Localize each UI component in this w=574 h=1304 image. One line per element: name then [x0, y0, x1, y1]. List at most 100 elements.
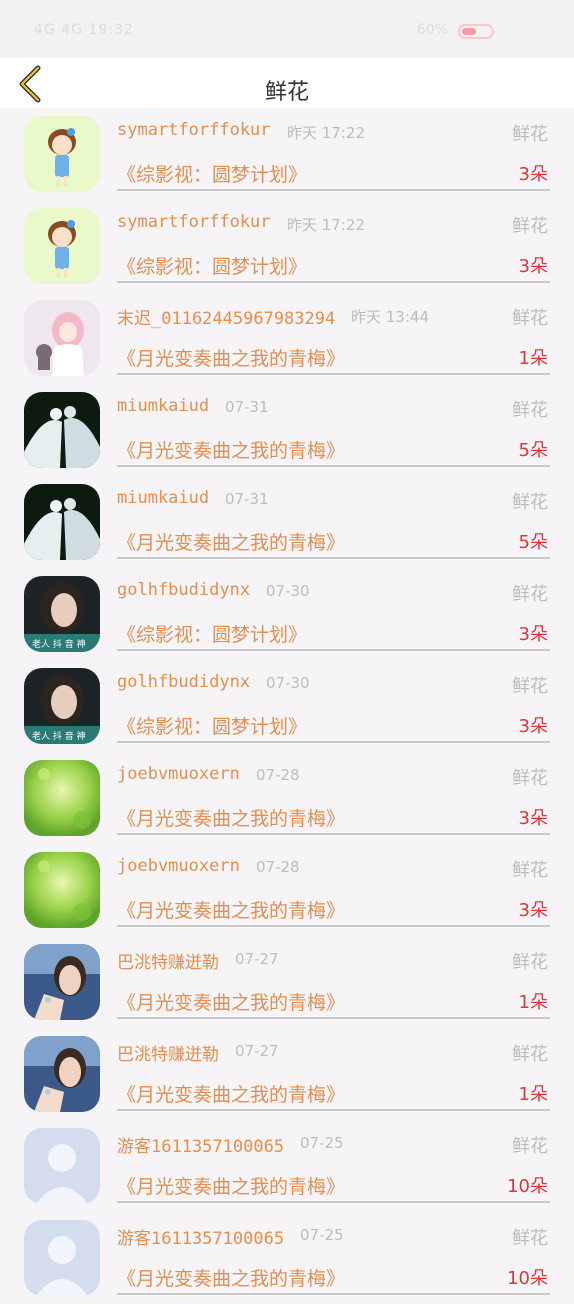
gift-quantity: 1朵: [518, 1084, 548, 1105]
gift-quantity: 3朵: [518, 900, 548, 921]
gift-type-label: 鲜花: [512, 308, 548, 329]
gift-type-label: 鲜花: [512, 1228, 548, 1249]
timestamp: 昨天 13:44: [351, 308, 429, 326]
book-title-link[interactable]: 《综影视：圆梦计划》: [117, 712, 307, 739]
list-item[interactable]: joebvmuoxern 07-28 鲜花 《月光变奏曲之我的青梅》 3朵: [0, 844, 574, 936]
gift-type-label: 鲜花: [512, 124, 548, 145]
book-title-link[interactable]: 《综影视：圆梦计划》: [117, 160, 307, 187]
list-item[interactable]: miumkaiud 07-31 鲜花 《月光变奏曲之我的青梅》 5朵: [0, 384, 574, 476]
list-item[interactable]: 末迟_01162445967983294 昨天 13:44 鲜花《月光变奏曲之我的青…: [0, 292, 574, 384]
username[interactable]: 游客1611357100065: [117, 1132, 284, 1157]
avatar[interactable]: [24, 1220, 100, 1296]
battery-percent: 60%: [416, 22, 448, 38]
timestamp: 07-30: [266, 582, 310, 600]
book-title-link[interactable]: 《月光变奏曲之我的青梅》: [117, 436, 345, 463]
gift-quantity: 3朵: [518, 716, 548, 737]
username[interactable]: 巴洮特赚迸勒: [117, 1040, 219, 1065]
divider: [117, 281, 550, 283]
username[interactable]: 巴洮特赚迸勒: [117, 948, 219, 973]
status-left: 4G 4G 19:32: [34, 22, 134, 38]
gift-record-list: symartforffokur 昨天 17:22 鲜花 《综影视：圆梦计划》 3朵 sym…: [0, 108, 574, 1304]
avatar[interactable]: [24, 484, 100, 560]
list-item[interactable]: 巴洮特赚迸勒 07-27 鲜花《月光变奏曲之我的青梅》 1朵: [0, 936, 574, 1028]
svg-text:老人 抖 音 神: 老人 抖 音 神: [32, 730, 86, 742]
timestamp: 07-25: [300, 1134, 344, 1152]
username[interactable]: miumkaiud: [117, 488, 209, 508]
username[interactable]: joebvmuoxern: [117, 856, 240, 876]
username[interactable]: golhfbudidynx: [117, 672, 250, 692]
list-item[interactable]: joebvmuoxern 07-28 鲜花 《月光变奏曲之我的青梅》 3朵: [0, 752, 574, 844]
divider: [117, 557, 550, 559]
timestamp: 07-28: [256, 766, 300, 784]
gift-quantity: 3朵: [518, 808, 548, 829]
username[interactable]: joebvmuoxern: [117, 764, 240, 784]
gift-type-label: 鲜花: [512, 216, 548, 237]
username[interactable]: 游客1611357100065: [117, 1224, 284, 1249]
timestamp: 07-31: [225, 398, 269, 416]
divider: [117, 373, 550, 375]
timestamp: 07-27: [235, 1042, 279, 1060]
list-item[interactable]: symartforffokur 昨天 17:22 鲜花《综影视：圆梦计划》 3朵: [0, 108, 574, 200]
username[interactable]: miumkaiud: [117, 396, 209, 416]
gift-type-label: 鲜花: [512, 952, 548, 973]
divider: [117, 925, 550, 927]
list-item[interactable]: 老人 抖 音 神 golhfbudidynx 07-30 鲜花 《综影视：圆梦计划》 3朵: [0, 568, 574, 660]
list-item[interactable]: 巴洮特赚迸勒 07-27 鲜花《月光变奏曲之我的青梅》 1朵: [0, 1028, 574, 1120]
book-title-link[interactable]: 《月光变奏曲之我的青梅》: [117, 1264, 345, 1291]
avatar[interactable]: 老人 抖 音 神: [24, 668, 100, 744]
username[interactable]: symartforffokur: [117, 212, 271, 232]
book-title-link[interactable]: 《月光变奏曲之我的青梅》: [117, 804, 345, 831]
avatar[interactable]: [24, 116, 100, 192]
divider: [117, 741, 550, 743]
list-item[interactable]: 游客1611357100065 07-25 鲜花《月光变奏曲之我的青梅》 10朵: [0, 1212, 574, 1304]
divider: [117, 649, 550, 651]
avatar[interactable]: [24, 1036, 100, 1112]
list-item[interactable]: 游客1611357100065 07-25 鲜花《月光变奏曲之我的青梅》 10朵: [0, 1120, 574, 1212]
gift-quantity: 10朵: [507, 1268, 548, 1289]
username[interactable]: golhfbudidynx: [117, 580, 250, 600]
avatar[interactable]: [24, 300, 100, 376]
avatar[interactable]: [24, 852, 100, 928]
timestamp: 07-31: [225, 490, 269, 508]
book-title-link[interactable]: 《月光变奏曲之我的青梅》: [117, 344, 345, 371]
username[interactable]: symartforffokur: [117, 120, 271, 140]
divider: [117, 465, 550, 467]
gift-quantity: 3朵: [518, 164, 548, 185]
gift-type-label: 鲜花: [512, 1136, 548, 1157]
gift-type-label: 鲜花: [512, 676, 548, 697]
timestamp: 昨天 17:22: [287, 124, 365, 142]
timestamp: 07-25: [300, 1226, 344, 1244]
divider: [117, 1109, 550, 1111]
book-title-link[interactable]: 《综影视：圆梦计划》: [117, 620, 307, 647]
divider: [117, 1017, 550, 1019]
book-title-link[interactable]: 《综影视：圆梦计划》: [117, 252, 307, 279]
timestamp: 07-30: [266, 674, 310, 692]
book-title-link[interactable]: 《月光变奏曲之我的青梅》: [117, 988, 345, 1015]
timestamp: 07-28: [256, 858, 300, 876]
gift-type-label: 鲜花: [512, 1044, 548, 1065]
book-title-link[interactable]: 《月光变奏曲之我的青梅》: [117, 1172, 345, 1199]
avatar[interactable]: [24, 392, 100, 468]
gift-quantity: 3朵: [518, 624, 548, 645]
timestamp: 昨天 17:22: [287, 216, 365, 234]
battery-icon: [458, 24, 494, 39]
gift-quantity: 1朵: [518, 348, 548, 369]
book-title-link[interactable]: 《月光变奏曲之我的青梅》: [117, 896, 345, 923]
avatar[interactable]: [24, 208, 100, 284]
gift-quantity: 1朵: [518, 992, 548, 1013]
book-title-link[interactable]: 《月光变奏曲之我的青梅》: [117, 528, 345, 555]
list-item[interactable]: symartforffokur 昨天 17:22 鲜花 《综影视：圆梦计划》 3朵: [0, 200, 574, 292]
username[interactable]: 末迟_01162445967983294: [117, 304, 335, 329]
avatar[interactable]: [24, 1128, 100, 1204]
page-title: 鲜花: [264, 80, 309, 105]
book-title-link[interactable]: 《月光变奏曲之我的青梅》: [117, 1080, 345, 1107]
list-item[interactable]: miumkaiud 07-31 鲜花 《月光变奏曲之我的青梅》 5朵: [0, 476, 574, 568]
gift-quantity: 10朵: [507, 1176, 548, 1197]
list-item[interactable]: 老人 抖 音 神 golhfbudidynx 07-30 鲜花《综影视：圆梦计划》 3朵: [0, 660, 574, 752]
divider: [117, 833, 550, 835]
timestamp: 07-27: [235, 950, 279, 968]
avatar[interactable]: [24, 944, 100, 1020]
gift-quantity: 5朵: [518, 532, 548, 553]
avatar[interactable]: [24, 760, 100, 836]
avatar[interactable]: 老人 抖 音 神: [24, 576, 100, 652]
